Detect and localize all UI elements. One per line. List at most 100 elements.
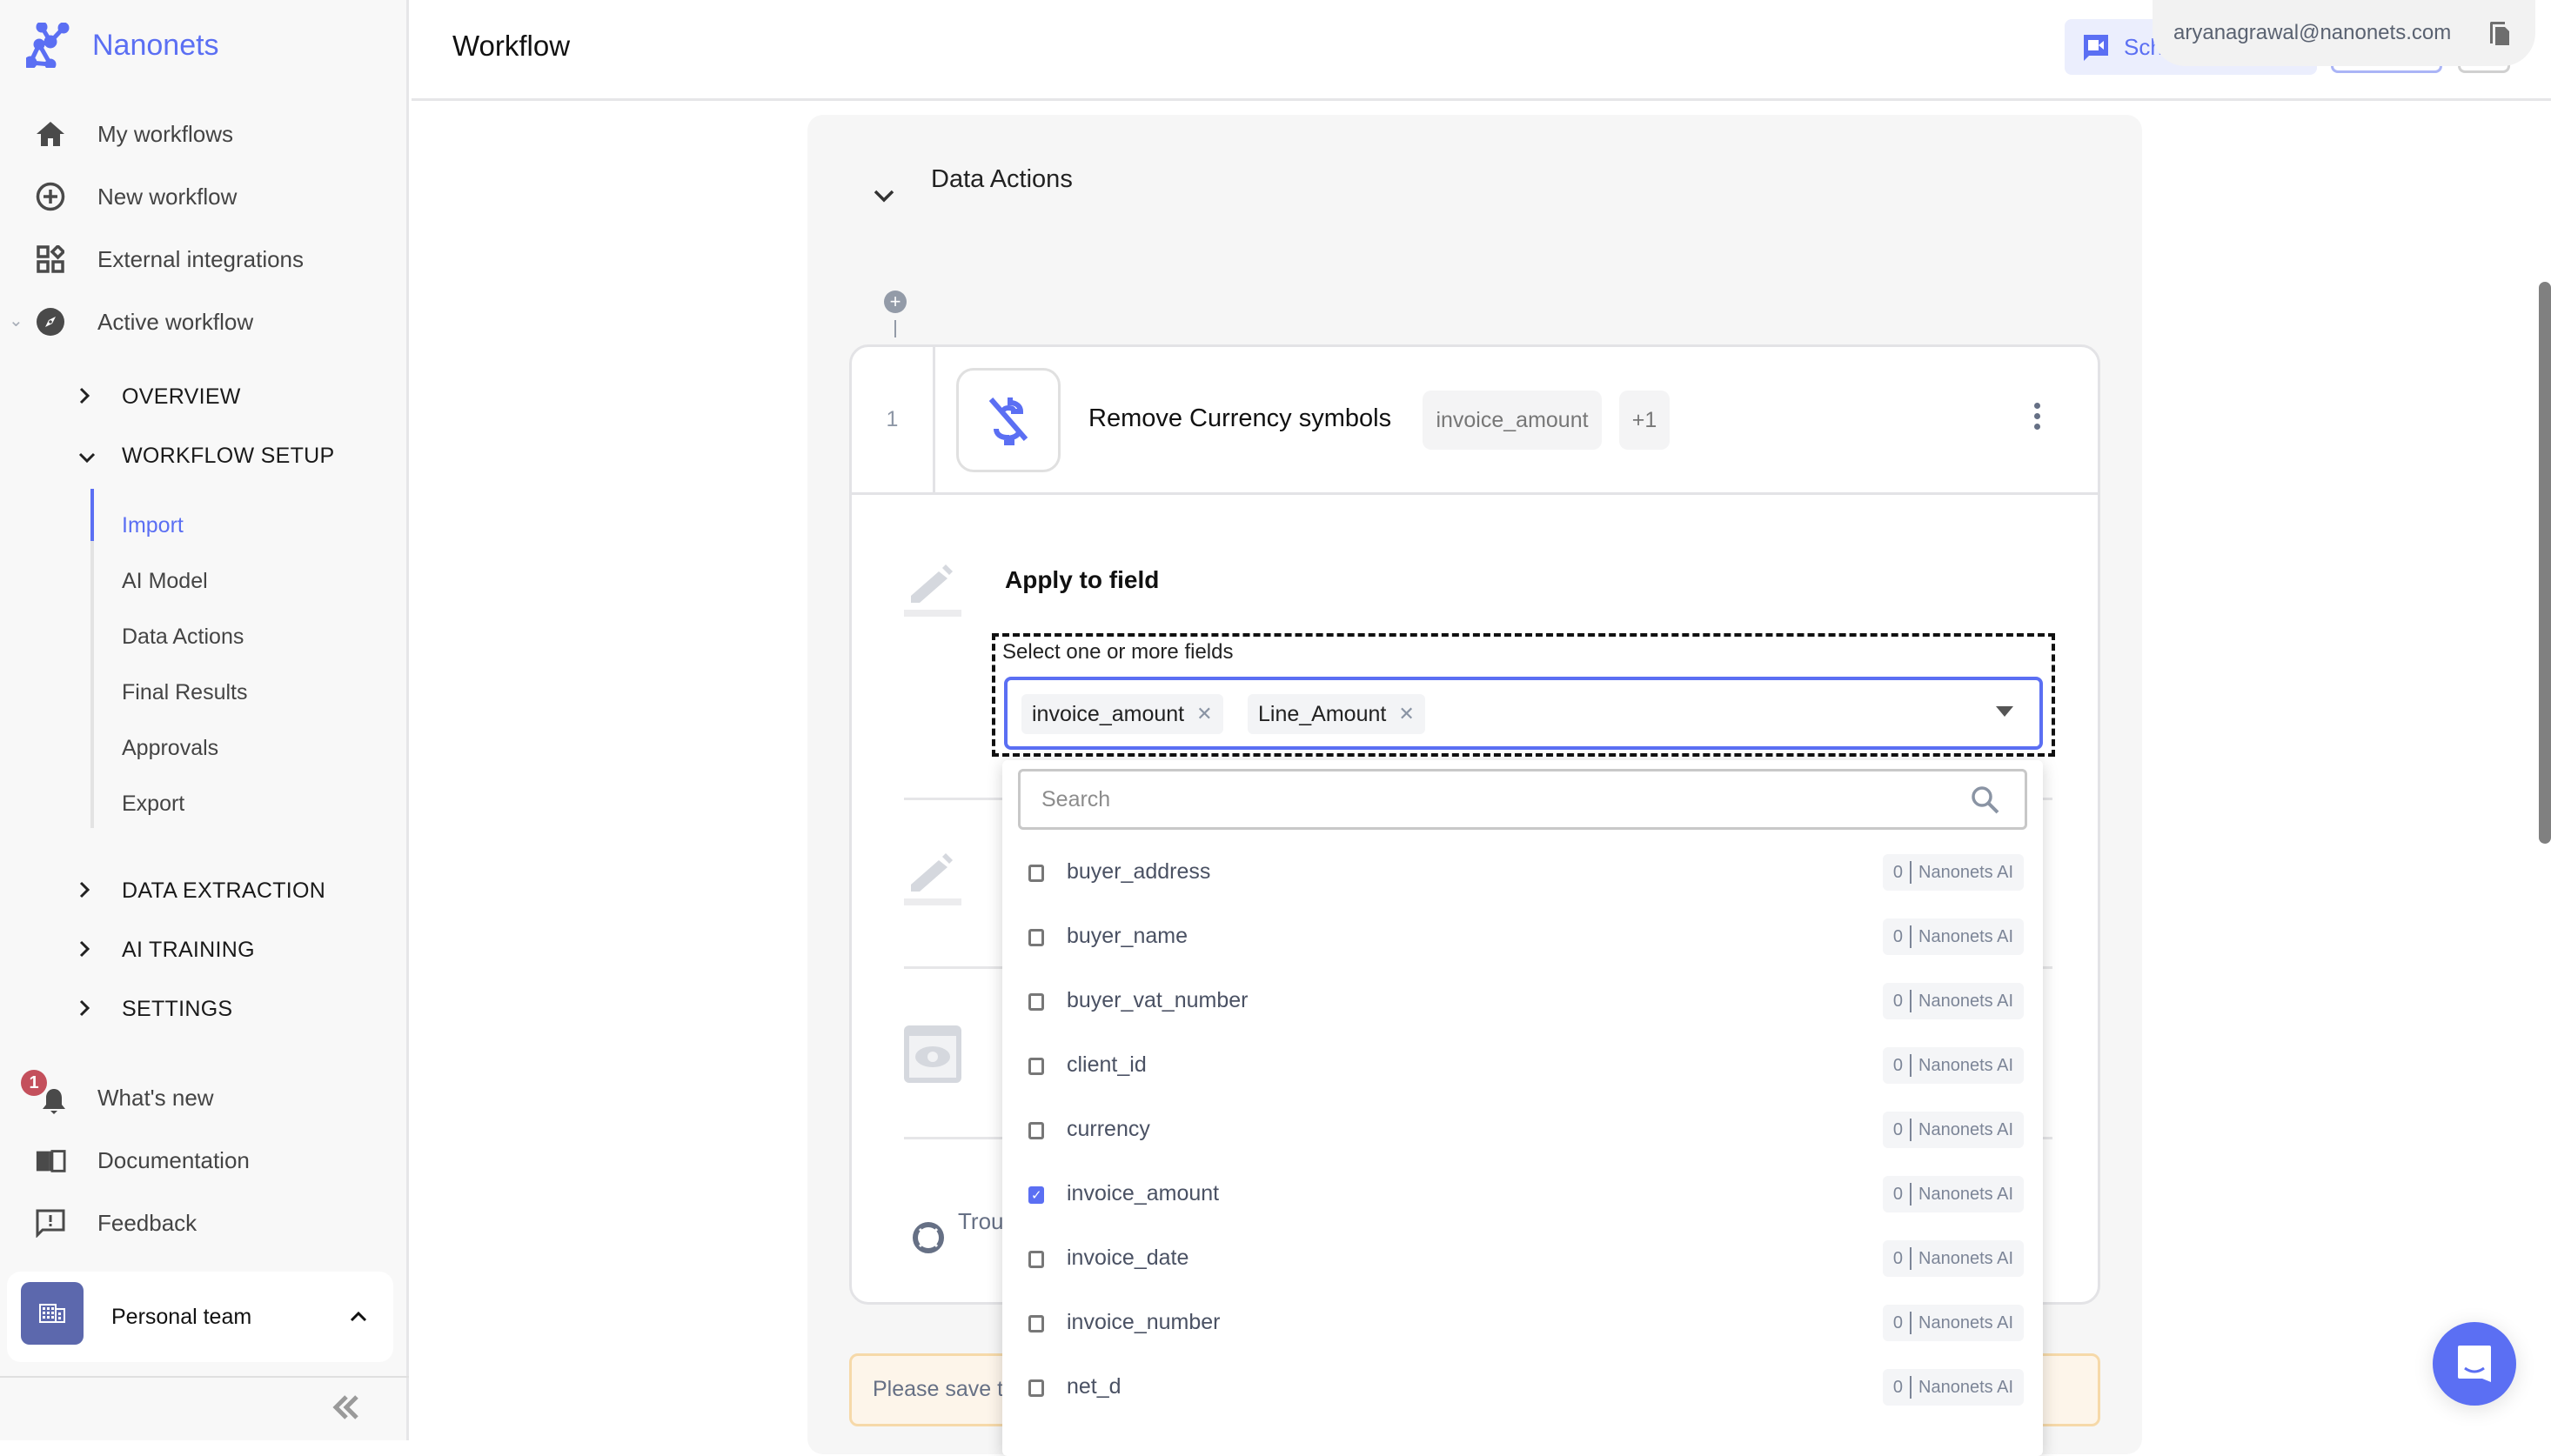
dropdown-caret-icon[interactable] [1996,706,2013,717]
team-name: Personal team [111,1304,252,1329]
field-option[interactable]: invoice_date 0 Nanonets AI [1002,1226,2043,1291]
setup-item-final-results[interactable]: Final Results [122,680,248,705]
select-label: Select one or more fields [1002,640,1234,664]
chevron-down-icon [78,443,104,470]
collapse-sidebar-button[interactable] [332,1390,360,1429]
more-fields-chip: +1 [1619,391,1670,450]
remove-tag-icon[interactable]: ✕ [1196,703,1212,725]
remove-tag-icon[interactable]: ✕ [1398,703,1414,725]
option-checkbox[interactable] [1028,865,1044,882]
troubleshoot-link[interactable]: Trou [913,1208,1004,1253]
setup-item-data-actions[interactable]: Data Actions [122,624,244,650]
option-source: Nanonets AI [1918,1184,2013,1204]
option-checkbox[interactable] [1028,929,1044,946]
chat-launcher-button[interactable] [2433,1322,2516,1406]
sidebar-item-label: External integrations [97,245,305,272]
sidebar-item-whats-new[interactable]: What's new [0,1072,400,1124]
option-checkbox[interactable] [1028,1058,1044,1075]
more-options-icon[interactable] [2028,403,2045,437]
sidebar-item-active-workflow[interactable]: ⌄ Active workflow [0,296,400,348]
meta-separator [1910,990,1912,1012]
option-source: Nanonets AI [1918,926,2013,946]
setup-item-export[interactable]: Export [122,791,184,817]
option-checkbox[interactable] [1028,1379,1044,1397]
chevron-down-icon: ⌄ [9,311,23,331]
option-checkbox[interactable] [1028,993,1044,1011]
section-overview[interactable]: OVERVIEW [78,372,240,421]
option-checkbox[interactable] [1028,1122,1044,1139]
plus-icon: + [889,291,901,312]
section-label: WORKFLOW SETUP [122,443,335,468]
money-off-icon [988,397,1028,445]
action-card-header[interactable]: 1 Remove Currency symbols invoice_amount… [852,347,2098,495]
page-scrollbar[interactable] [2539,282,2551,844]
video-call-icon [2084,35,2108,61]
double-chevron-left-icon [332,1395,358,1419]
option-count: 0 [1892,1312,1904,1332]
option-meta-badge: 0 Nanonets AI [1882,1240,2024,1277]
sidebar-divider [0,1376,409,1378]
search-field[interactable] [1018,769,2027,830]
tag-label: Line_Amount [1258,701,1387,726]
copy-icon[interactable] [2488,19,2511,51]
field-option[interactable]: buyer_address 0 Nanonets AI [1002,840,2043,905]
option-count: 0 [1892,1184,1904,1204]
field-option[interactable]: buyer_name 0 Nanonets AI [1002,905,2043,969]
chevron-right-icon [78,384,104,411]
field-option[interactable]: ✓ invoice_amount 0 Nanonets AI [1002,1162,2043,1226]
sidebar-item-my-workflows[interactable]: My workflows [0,108,400,160]
option-meta-badge: 0 Nanonets AI [1882,1112,2024,1148]
sidebar-item-new-workflow[interactable]: New workflow [0,170,400,223]
plus-circle-icon [35,181,66,212]
setup-item-approvals[interactable]: Approvals [122,736,218,761]
option-meta-badge: 0 Nanonets AI [1882,1176,2024,1212]
field-option[interactable]: currency 0 Nanonets AI [1002,1098,2043,1162]
section-title: Data Actions [931,165,1073,193]
chevron-right-icon [78,996,104,1023]
field-option[interactable]: buyer_vat_number 0 Nanonets AI [1002,969,2043,1033]
section-ai-training[interactable]: AI TRAINING [78,925,255,974]
setup-item-ai-model[interactable]: AI Model [122,569,208,594]
search-input[interactable] [1041,784,1912,815]
meta-separator [1910,925,1912,948]
notification-badge: 1 [21,1070,47,1096]
add-step-button[interactable]: + [884,291,907,313]
sidebar-item-documentation[interactable]: Documentation [0,1134,400,1186]
field-multiselect[interactable]: invoice_amount ✕ Line_Amount ✕ [1004,677,2043,750]
option-checkbox[interactable] [1028,1315,1044,1332]
logo[interactable]: Nanonets [26,23,219,68]
user-email: aryanagrawal@nanonets.com [2173,21,2452,44]
option-name: invoice_number [1067,1310,1221,1334]
sidebar: Nanonets My workflows New workflow Exter… [0,0,409,1440]
building-icon [39,1304,65,1323]
option-count: 0 [1892,1377,1904,1397]
chat-icon [2458,1346,2491,1382]
sidebar-item-feedback[interactable]: Feedback [0,1197,400,1249]
option-count: 0 [1892,862,1904,882]
sidebar-item-label: Documentation [97,1146,250,1173]
field-option[interactable]: invoice_number 0 Nanonets AI [1002,1291,2043,1355]
data-actions-toggle[interactable]: Data Actions [874,165,1073,209]
selected-tag: Line_Amount ✕ [1248,694,1425,734]
meta-separator [1910,1119,1912,1141]
sidebar-item-label: New workflow [97,183,238,210]
sidebar-item-external-integrations[interactable]: External integrations [0,233,400,285]
option-name: buyer_name [1067,924,1188,948]
section-data-extraction[interactable]: DATA EXTRACTION [78,866,325,915]
team-switcher[interactable]: Personal team [7,1272,393,1362]
search-icon [1971,785,2000,819]
section-label: OVERVIEW [122,384,241,409]
section-workflow-setup[interactable]: WORKFLOW SETUP [78,431,334,480]
book-icon [35,1145,66,1176]
section-settings[interactable]: SETTINGS [78,985,232,1033]
option-source: Nanonets AI [1918,1119,2013,1139]
nanonets-logo-icon [26,23,70,68]
option-meta-badge: 0 Nanonets AI [1882,983,2024,1019]
option-checkbox[interactable]: ✓ [1028,1186,1044,1204]
setup-item-import[interactable]: Import [122,513,184,538]
team-avatar [21,1282,84,1345]
field-option[interactable]: net_d 0 Nanonets AI [1002,1355,2043,1419]
meta-separator [1910,1183,1912,1206]
option-checkbox[interactable] [1028,1251,1044,1268]
field-option[interactable]: client_id 0 Nanonets AI [1002,1033,2043,1098]
